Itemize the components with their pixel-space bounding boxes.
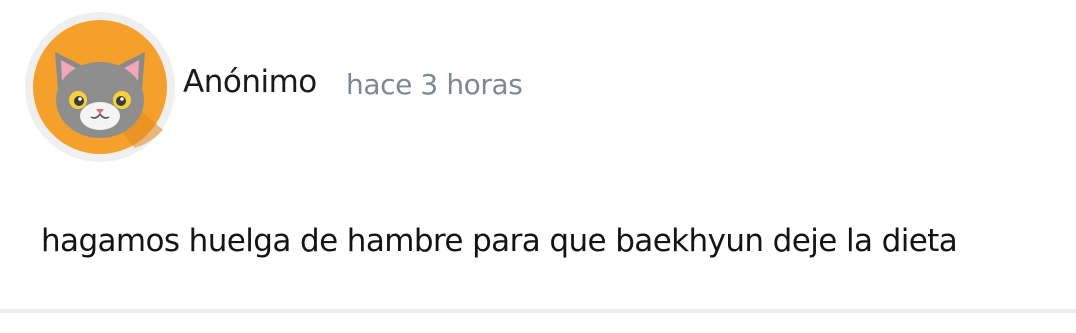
comment-card: Anónimo hace 3 horas hagamos huelga de h… — [0, 0, 1076, 333]
comment-body: hagamos huelga de hambre para que baekhy… — [41, 223, 958, 259]
author-name[interactable]: Anónimo — [183, 62, 317, 102]
avatar[interactable] — [25, 12, 175, 162]
cat-avatar-icon — [25, 12, 175, 162]
next-item-area — [0, 313, 1076, 333]
post-timestamp: hace 3 horas — [346, 68, 523, 101]
